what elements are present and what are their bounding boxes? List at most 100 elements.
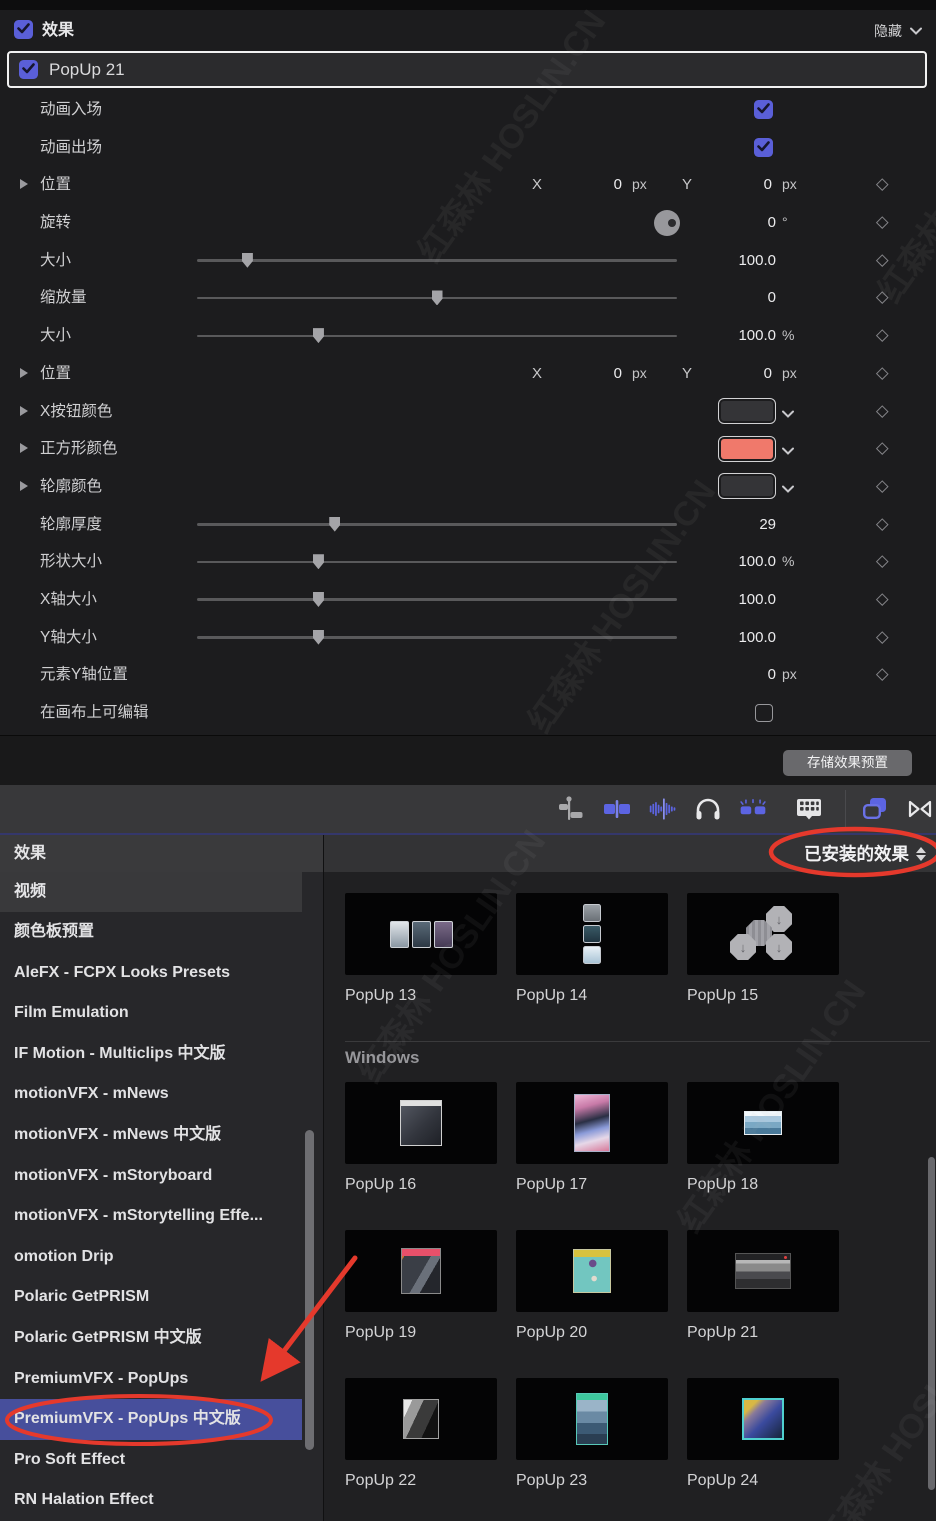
- sidebar-item[interactable]: Pro Soft Effect: [0, 1440, 302, 1481]
- effect-tile[interactable]: PopUp 18: [687, 1082, 839, 1194]
- snapping-icon[interactable]: [738, 794, 768, 824]
- parameter-value[interactable]: 100.0: [640, 581, 776, 619]
- keyframe-diamond-icon[interactable]: [876, 442, 889, 455]
- effect-tile[interactable]: ↓ ↓ ↓ PopUp 15: [687, 893, 839, 1005]
- disclosure-triangle-icon[interactable]: [20, 367, 28, 378]
- effect-tile[interactable]: PopUp 24: [687, 1378, 839, 1490]
- trim-icon[interactable]: [602, 794, 632, 824]
- effect-tile[interactable]: PopUp 20: [516, 1230, 668, 1342]
- x-value[interactable]: 0: [552, 166, 622, 204]
- parameter-value[interactable]: 29: [640, 506, 776, 544]
- filmstrip-icon[interactable]: [794, 794, 824, 824]
- sidebar-item[interactable]: Polaric GetPRISM 中文版: [0, 1318, 302, 1359]
- y-value[interactable]: 0: [700, 355, 772, 393]
- sidebar-item[interactable]: motionVFX - mStoryboard: [0, 1156, 302, 1197]
- parameter-value[interactable]: 0: [640, 279, 776, 317]
- keyframe-diamond-icon[interactable]: [876, 517, 889, 530]
- keyframe-diamond-icon[interactable]: [876, 178, 889, 191]
- sidebar-item[interactable]: Polaric GetPRISM: [0, 1277, 302, 1318]
- x-value[interactable]: 0: [552, 355, 622, 393]
- sidebar-item[interactable]: Film Emulation: [0, 993, 302, 1034]
- sidebar-item[interactable]: 颜色板预置: [0, 912, 302, 953]
- slider-thumb[interactable]: [312, 591, 324, 607]
- parameter-value[interactable]: 100.0: [640, 242, 776, 280]
- keyframe-diamond-icon[interactable]: [876, 404, 889, 417]
- slider-track[interactable]: [197, 598, 677, 601]
- parameter-value[interactable]: 100.0: [640, 543, 776, 581]
- slider-thumb[interactable]: [312, 629, 324, 645]
- sidebar-item[interactable]: IF Motion - Multiclips 中文版: [0, 1034, 302, 1075]
- transitions-browser-icon[interactable]: [905, 794, 935, 824]
- parameter-checkbox[interactable]: [755, 704, 773, 722]
- effect-tile[interactable]: PopUp 19: [345, 1230, 497, 1342]
- sidebar-item[interactable]: PremiumVFX - PopUps 中文版: [0, 1399, 302, 1440]
- installed-effects-dropdown[interactable]: 已安装的效果: [324, 835, 936, 872]
- sidebar-item[interactable]: motionVFX - mNews 中文版: [0, 1115, 302, 1156]
- effect-tile[interactable]: PopUp 14: [516, 893, 668, 1005]
- slider-thumb[interactable]: [312, 328, 324, 344]
- chevron-down-icon[interactable]: [782, 405, 794, 423]
- effect-tile[interactable]: PopUp 23: [516, 1378, 668, 1490]
- sidebar-item[interactable]: PremiumVFX - PopUps: [0, 1359, 302, 1400]
- keyframe-diamond-icon[interactable]: [876, 367, 889, 380]
- save-effect-preset-button[interactable]: 存储效果预置: [783, 750, 912, 776]
- slider-thumb[interactable]: [329, 516, 341, 532]
- timeline-index-icon[interactable]: [556, 794, 586, 824]
- sidebar-item[interactable]: AleFX - FCPX Looks Presets: [0, 953, 302, 994]
- hide-button[interactable]: 隐藏: [874, 10, 922, 51]
- grid-scrollbar[interactable]: [928, 1157, 935, 1490]
- parameter-value[interactable]: 100.0: [640, 317, 776, 355]
- keyframe-diamond-icon[interactable]: [876, 593, 889, 606]
- slider-track[interactable]: [197, 560, 677, 564]
- slider-track[interactable]: [197, 523, 677, 526]
- sidebar-section-video[interactable]: 视频: [0, 872, 302, 912]
- parameter-value[interactable]: 0: [640, 656, 776, 694]
- effects-browser-icon[interactable]: [860, 794, 890, 824]
- selected-effect-row[interactable]: PopUp 21: [7, 51, 927, 88]
- parameter-checkbox[interactable]: [754, 137, 773, 157]
- keyframe-diamond-icon[interactable]: [876, 291, 889, 304]
- color-well[interactable]: [718, 435, 776, 462]
- slider-thumb[interactable]: [312, 554, 324, 570]
- slider-thumb[interactable]: [241, 252, 253, 268]
- headphones-icon[interactable]: [693, 794, 723, 824]
- disclosure-triangle-icon[interactable]: [20, 443, 28, 454]
- keyframe-diamond-icon[interactable]: [876, 216, 889, 229]
- keyframe-diamond-icon[interactable]: [876, 668, 889, 681]
- slider-track[interactable]: [197, 334, 677, 338]
- disclosure-triangle-icon[interactable]: [20, 179, 28, 190]
- effect-tile[interactable]: PopUp 16: [345, 1082, 497, 1194]
- keyframe-diamond-icon[interactable]: [876, 555, 889, 568]
- parameter-value[interactable]: 0: [640, 204, 776, 242]
- disclosure-triangle-icon[interactable]: [20, 480, 28, 491]
- audio-waveform-icon[interactable]: [648, 794, 678, 824]
- keyframe-diamond-icon[interactable]: [876, 630, 889, 643]
- color-well[interactable]: [718, 473, 776, 500]
- sidebar-item[interactable]: motionVFX - mNews: [0, 1074, 302, 1115]
- slider-track[interactable]: [197, 636, 677, 639]
- parameter-checkbox[interactable]: [754, 100, 773, 119]
- parameter-row: 位置 X 0 px Y 0 px: [0, 166, 936, 204]
- sidebar-item[interactable]: RN Halation Effect: [0, 1480, 302, 1521]
- keyframe-diamond-icon[interactable]: [876, 480, 889, 493]
- effect-tile[interactable]: PopUp 17: [516, 1082, 668, 1194]
- effect-tile[interactable]: PopUp 13: [345, 893, 497, 1005]
- effect-tile[interactable]: PopUp 22: [345, 1378, 497, 1490]
- keyframe-diamond-icon[interactable]: [876, 253, 889, 267]
- chevron-down-icon[interactable]: [782, 480, 794, 498]
- chevron-down-icon[interactable]: [782, 442, 794, 460]
- sidebar-scrollbar[interactable]: [305, 1130, 314, 1450]
- parameter-value[interactable]: 100.0: [640, 619, 776, 657]
- sidebar-item[interactable]: omotion Drip: [0, 1237, 302, 1278]
- slider-thumb[interactable]: [431, 290, 443, 306]
- disclosure-triangle-icon[interactable]: [20, 405, 28, 416]
- y-value[interactable]: 0: [700, 166, 772, 204]
- color-well[interactable]: [718, 398, 776, 424]
- effect-tile-row: PopUp 22 PopUp 23 PopUp 24: [345, 1378, 936, 1490]
- effect-tile[interactable]: PopUp 21: [687, 1230, 839, 1342]
- slider-track[interactable]: [197, 259, 677, 262]
- effects-enable-checkbox[interactable]: [14, 20, 33, 39]
- effect-checkbox[interactable]: [19, 60, 38, 79]
- sidebar-item[interactable]: motionVFX - mStorytelling Effe...: [0, 1196, 302, 1237]
- keyframe-diamond-icon[interactable]: [876, 329, 889, 342]
